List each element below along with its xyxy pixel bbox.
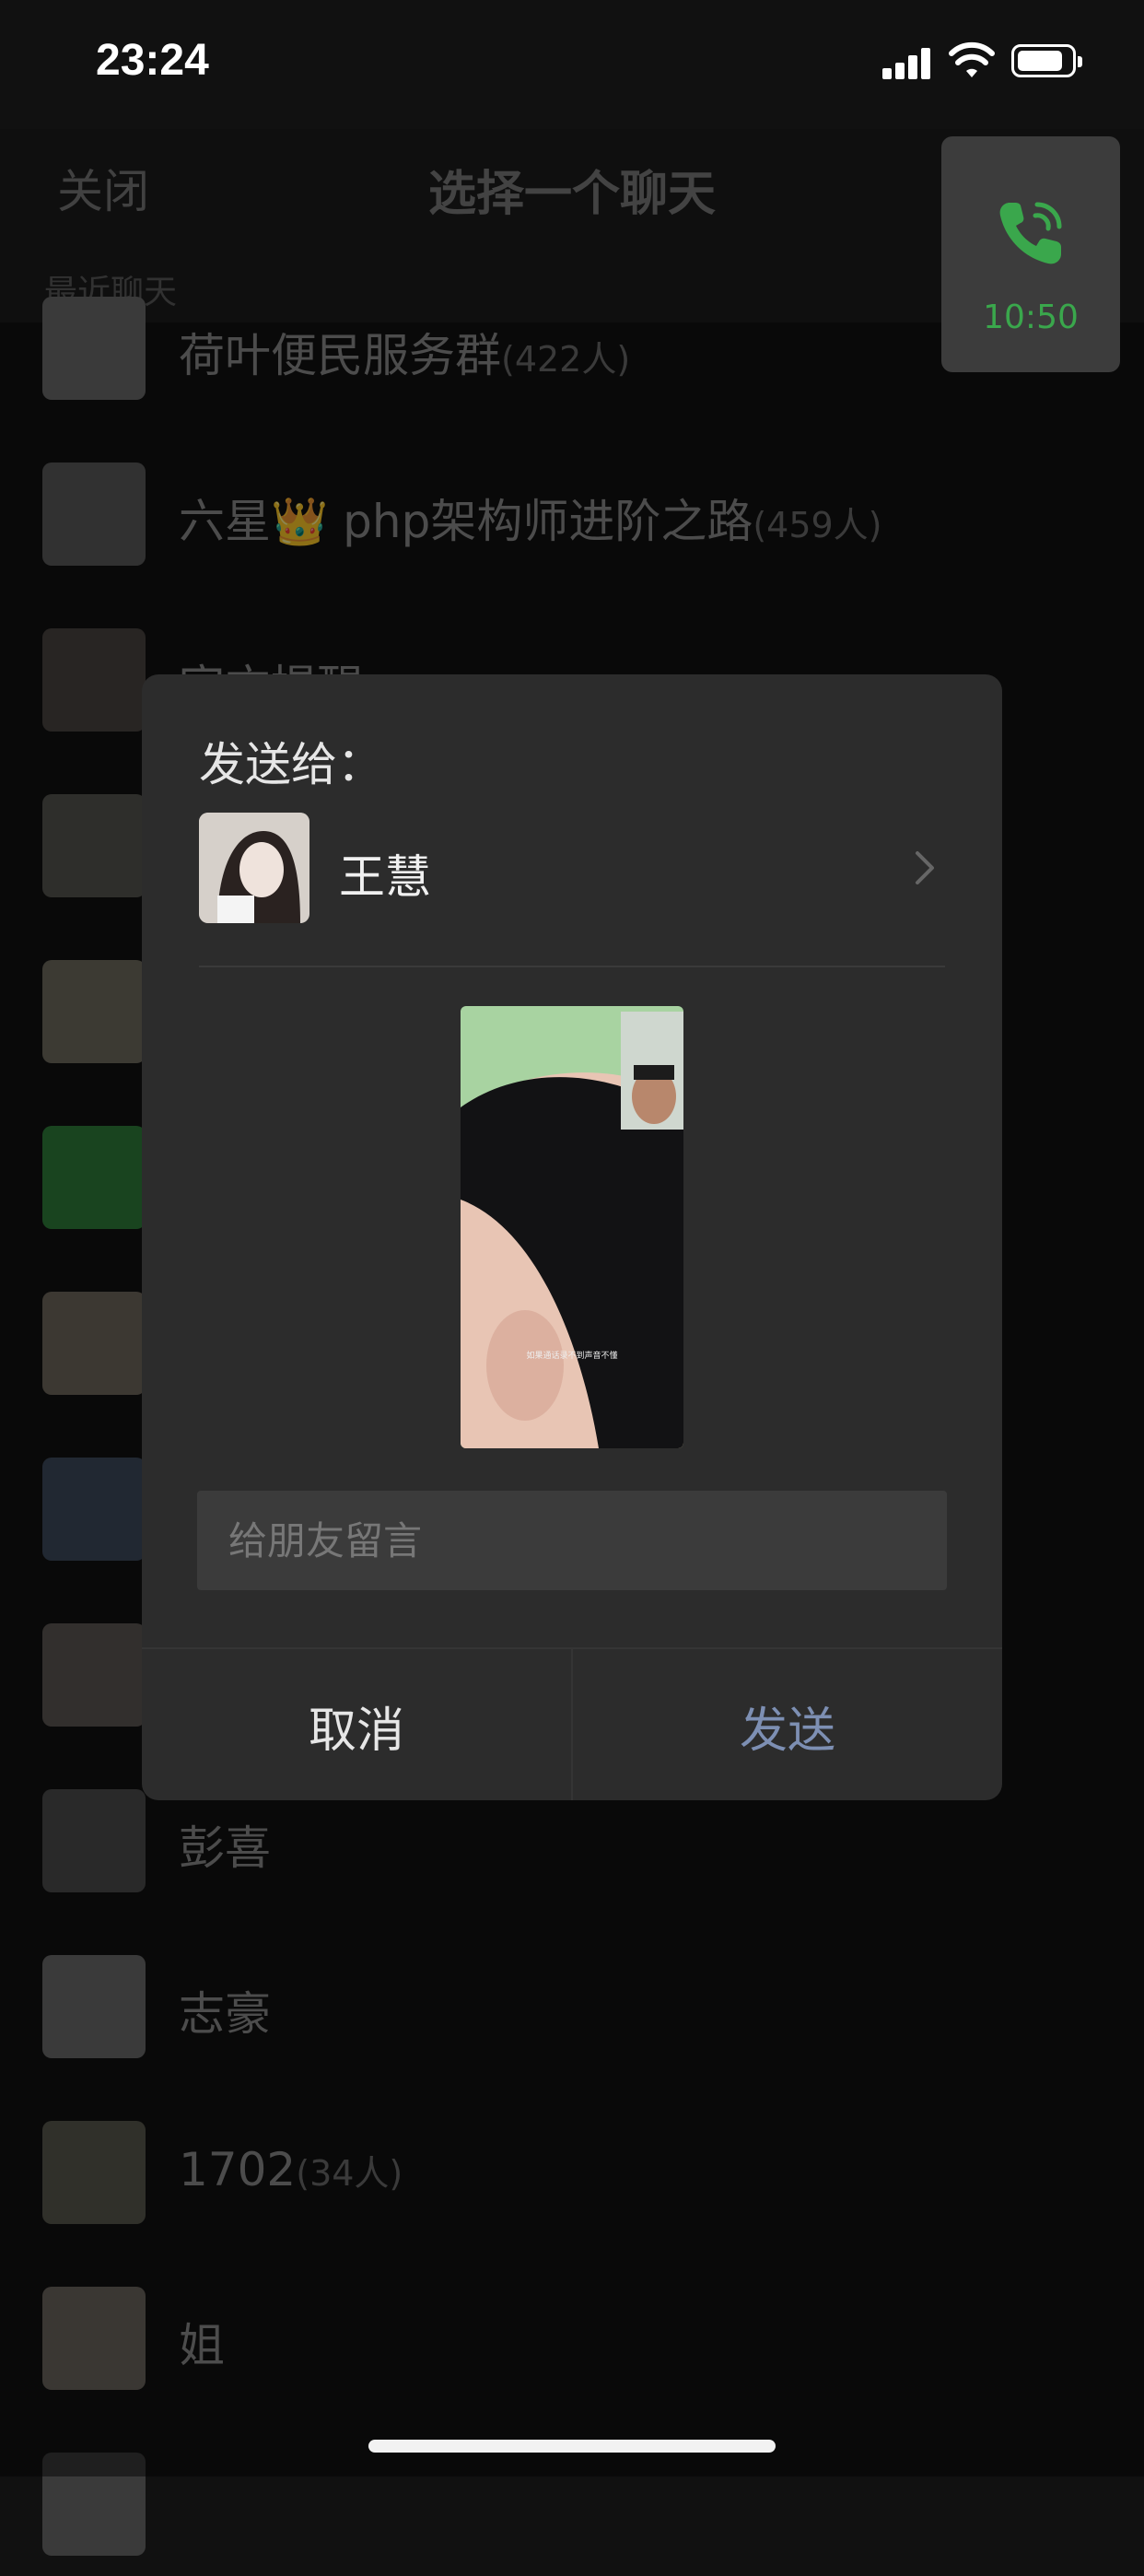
floating-call-window[interactable]: 10:50 bbox=[941, 136, 1120, 372]
status-bar: 23:24 bbox=[0, 0, 1144, 129]
wifi-icon bbox=[949, 41, 995, 77]
status-time: 23:24 bbox=[96, 36, 209, 85]
recipient-row[interactable]: 王慧 bbox=[199, 813, 945, 927]
call-duration: 10:50 bbox=[983, 299, 1079, 336]
video-call-screenshot-preview: 如果通话录不到声音不懂 bbox=[461, 1006, 683, 1448]
dialog-title: 发送给： bbox=[199, 738, 383, 791]
cellular-signal-icon bbox=[882, 46, 932, 79]
battery-icon bbox=[1011, 44, 1082, 77]
preview-caption: 如果通话录不到声音不懂 bbox=[526, 1352, 618, 1361]
dialog-button-row: 取消 发送 bbox=[142, 1647, 1002, 1800]
send-dialog: 发送给： 王慧 如果通话录不到声音不懂 给朋友留言 取消 发送 bbox=[142, 674, 1002, 1800]
message-input[interactable] bbox=[197, 1491, 947, 1590]
recipient-avatar bbox=[199, 813, 309, 923]
send-button[interactable]: 发送 bbox=[573, 1649, 1002, 1800]
divider bbox=[199, 966, 945, 967]
cancel-button[interactable]: 取消 bbox=[142, 1649, 571, 1800]
chevron-right-icon bbox=[916, 851, 934, 884]
home-indicator[interactable] bbox=[368, 2440, 776, 2453]
phone-call-icon bbox=[999, 202, 1062, 264]
recipient-name: 王慧 bbox=[339, 850, 431, 904]
self-view-thumbnail bbox=[621, 1012, 683, 1130]
